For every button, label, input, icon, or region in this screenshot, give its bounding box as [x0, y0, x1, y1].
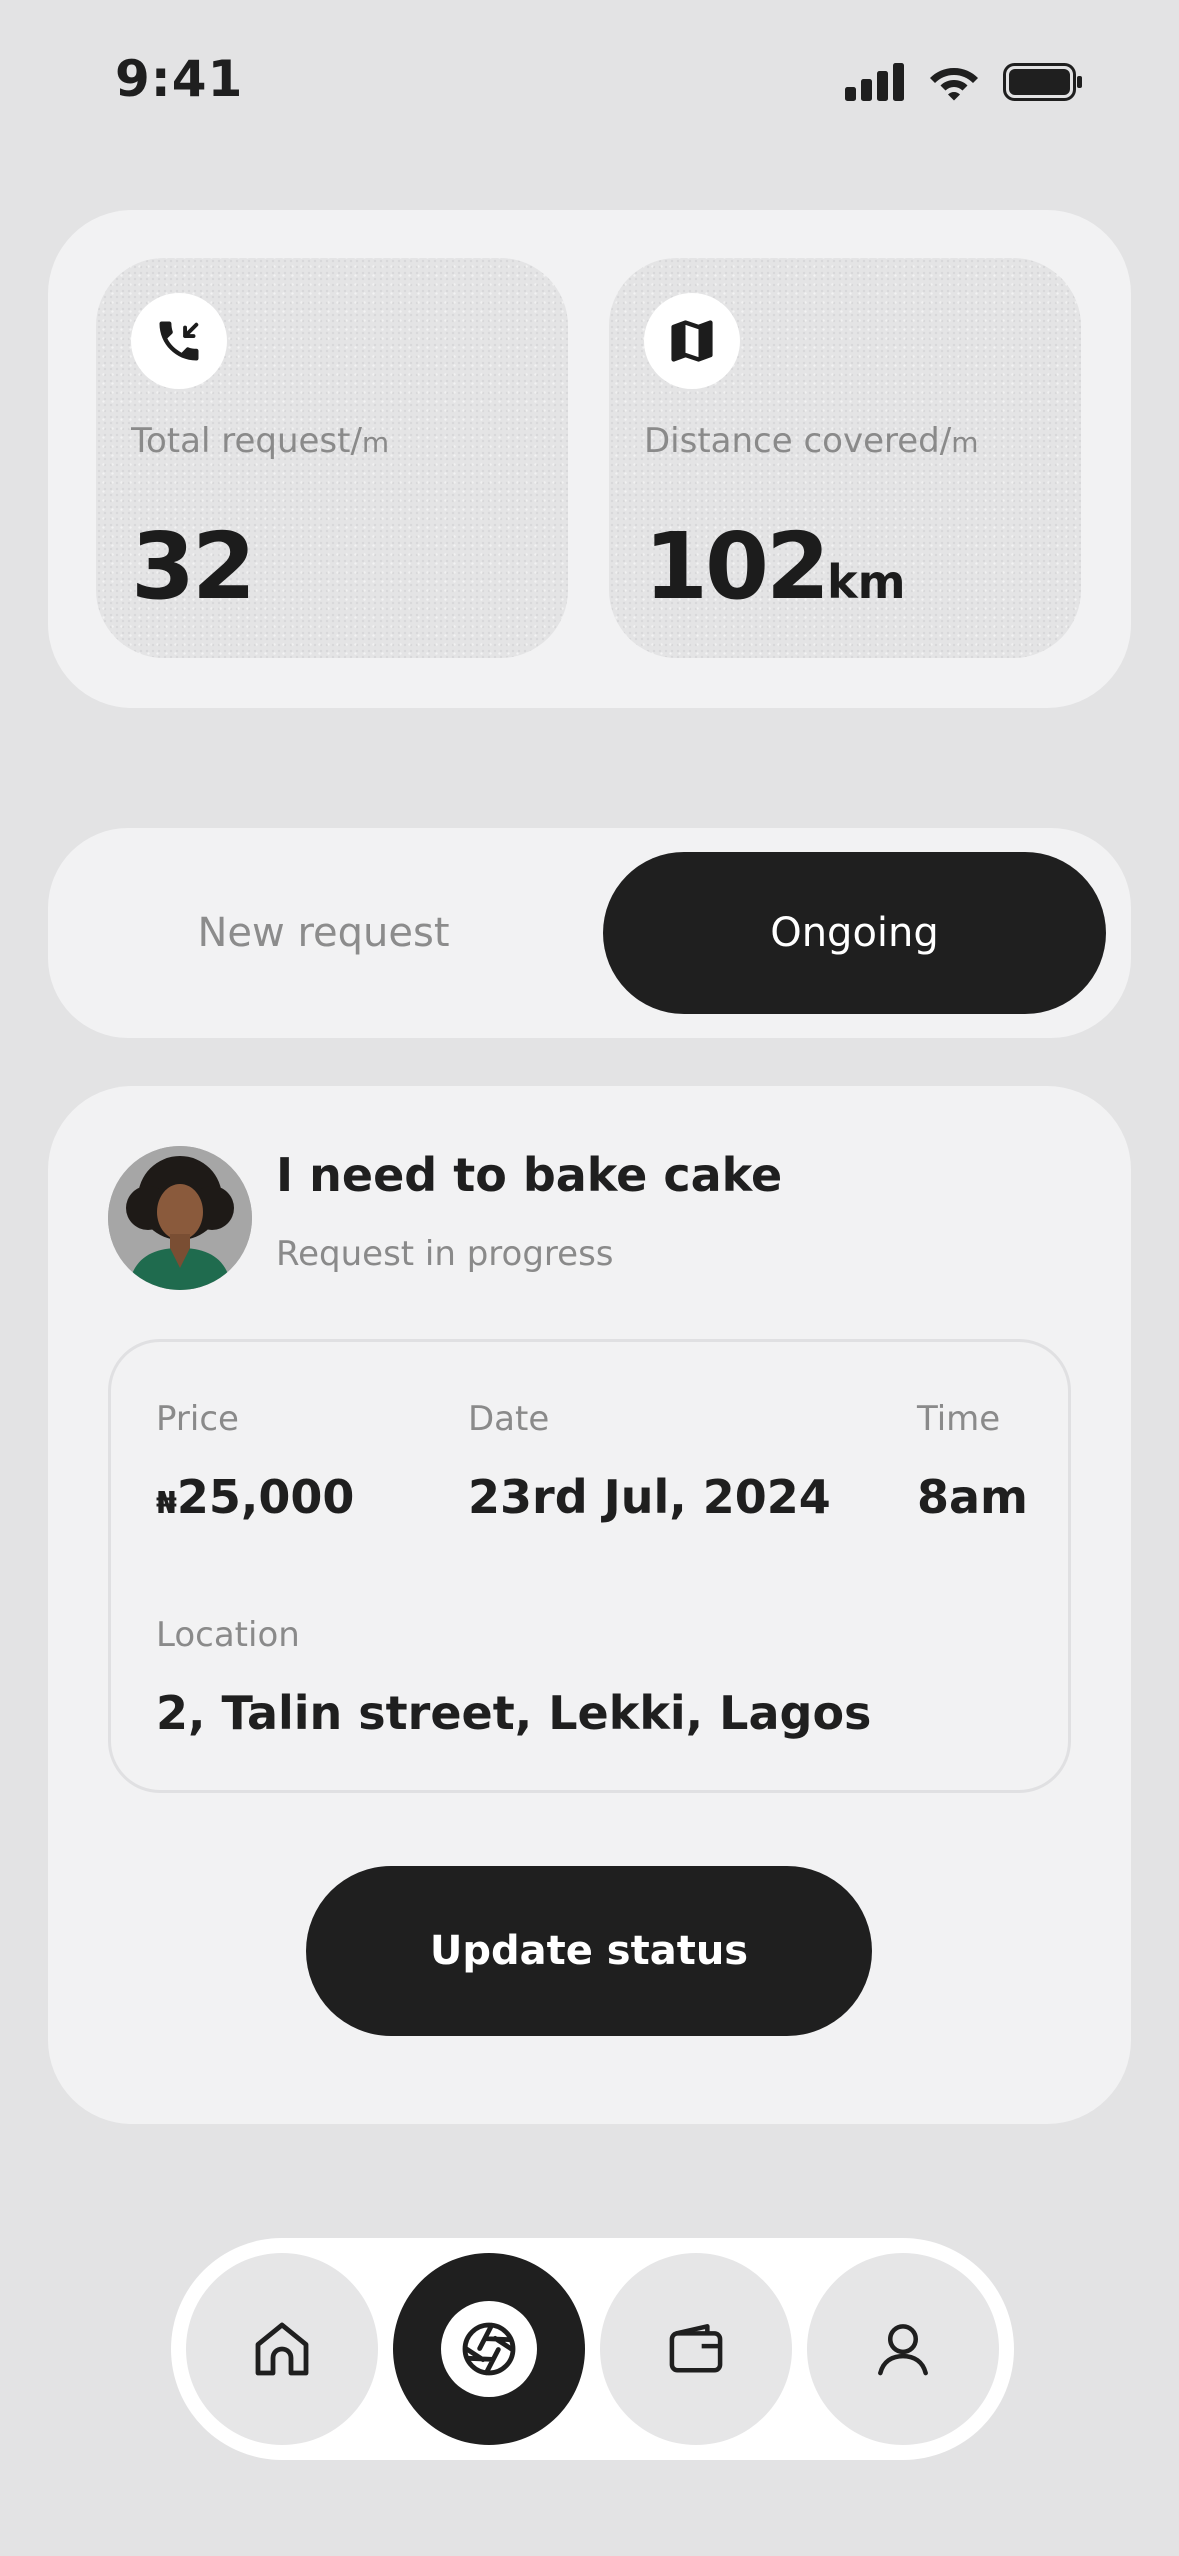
- wifi-icon: [930, 68, 978, 101]
- aperture-icon: [462, 2322, 516, 2376]
- nav-wallet[interactable]: [600, 2253, 792, 2445]
- nav-profile[interactable]: [807, 2253, 999, 2445]
- cellular-signal-icon: [845, 63, 904, 101]
- request-status: Request in progress: [276, 1234, 614, 1274]
- status-icons: [845, 62, 1083, 102]
- user-icon: [878, 2324, 928, 2376]
- map-icon: [644, 293, 740, 389]
- location-label: Location: [156, 1615, 300, 1655]
- date-value: 23rd Jul, 2024: [468, 1470, 831, 1524]
- tab-ongoing[interactable]: Ongoing: [603, 852, 1106, 1014]
- stats-panel: Total request/m 32 Distance covered/m 10…: [48, 210, 1131, 708]
- nav-requests[interactable]: [393, 2253, 585, 2445]
- time-label: Time: [917, 1399, 1001, 1439]
- tab-new-request[interactable]: New request: [72, 852, 575, 1014]
- avatar: [108, 1146, 252, 1290]
- wallet-icon: [669, 2324, 723, 2373]
- price-label: Price: [156, 1399, 239, 1439]
- update-status-button[interactable]: Update status: [306, 1866, 872, 2036]
- distance-covered-label: Distance covered/m: [644, 421, 979, 461]
- battery-icon: [1003, 63, 1082, 101]
- time-value: 8am: [917, 1470, 1028, 1524]
- request-details: Price ₦25,000 Date 23rd Jul, 2024 Time 8…: [108, 1339, 1071, 1793]
- distance-covered-card[interactable]: Distance covered/m 102km: [609, 258, 1081, 658]
- price-value: ₦25,000: [156, 1470, 355, 1524]
- date-label: Date: [468, 1399, 550, 1439]
- distance-covered-value: 102km: [644, 513, 906, 620]
- bottom-nav: [171, 2238, 1014, 2460]
- status-time: 9:41: [115, 50, 244, 108]
- request-tabs: New request Ongoing: [48, 828, 1131, 1038]
- total-requests-value: 32: [131, 513, 256, 620]
- home-icon: [255, 2322, 309, 2376]
- incoming-call-icon: [131, 293, 227, 389]
- total-requests-label: Total request/m: [131, 421, 390, 461]
- total-requests-card[interactable]: Total request/m 32: [96, 258, 568, 658]
- nav-home[interactable]: [186, 2253, 378, 2445]
- location-value: 2, Talin street, Lekki, Lagos: [156, 1686, 872, 1740]
- request-title: I need to bake cake: [276, 1148, 783, 1202]
- request-card: I need to bake cake Request in progress …: [48, 1086, 1131, 2124]
